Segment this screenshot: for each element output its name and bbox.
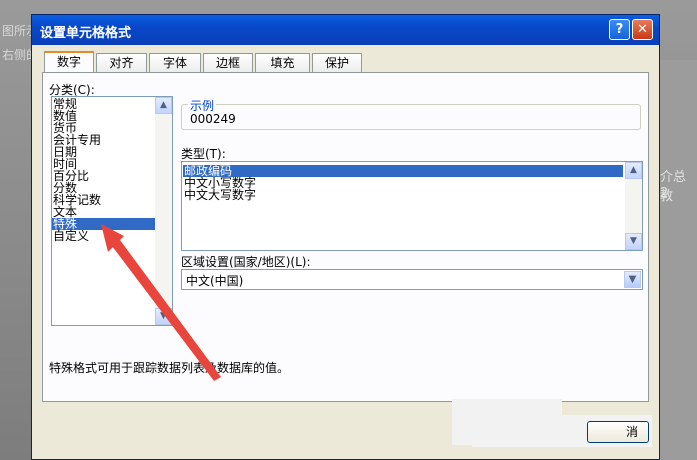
annotation-arrow-shaft [112, 240, 221, 381]
annotation-arrow-icon [101, 224, 221, 381]
